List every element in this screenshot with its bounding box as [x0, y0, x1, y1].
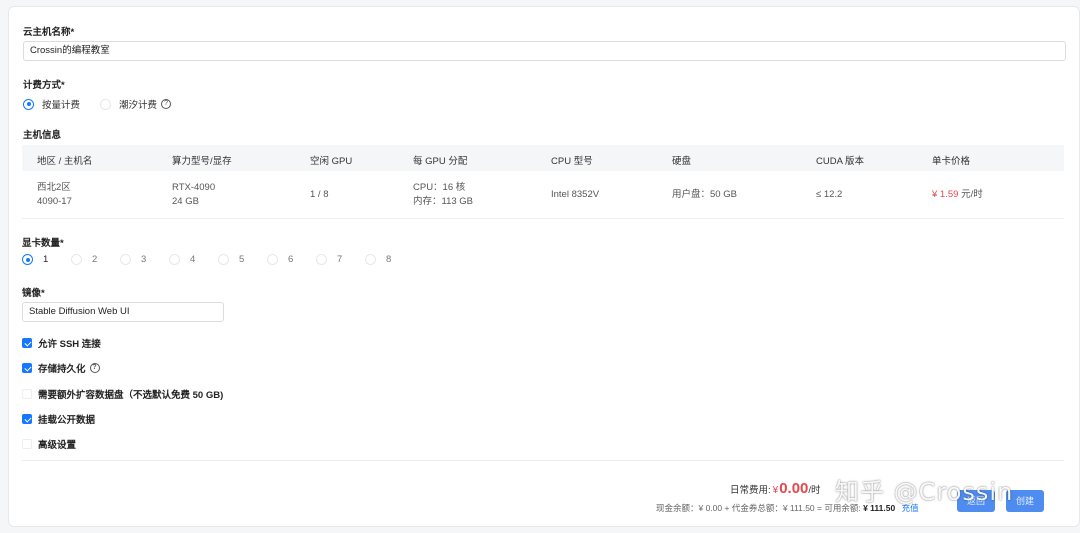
- ssh-checkbox[interactable]: 允许 SSH 连接: [22, 336, 101, 350]
- gpu-count-option-label: 4: [190, 254, 196, 265]
- gpu-count-option-4[interactable]: 4: [169, 254, 218, 265]
- radio-unchecked-icon: [267, 254, 278, 265]
- footer-divider: [22, 460, 1064, 461]
- mount-public-data-checkbox[interactable]: 挂载公开数据: [22, 412, 95, 426]
- gpu-count-option-3[interactable]: 3: [120, 254, 169, 265]
- gpu-count-option-label: 3: [141, 254, 147, 265]
- table-header-cell: 地区 / 主机名: [37, 156, 93, 167]
- model-cell: RTX-4090 24 GB: [172, 181, 215, 209]
- radio-checked-icon: [22, 254, 33, 265]
- price-value: ¥ 1.59: [932, 189, 959, 200]
- image-select[interactable]: Stable Diffusion Web UI: [22, 302, 224, 322]
- radio-unchecked-icon: [120, 254, 131, 265]
- gpu-count-option-label: 2: [92, 254, 98, 265]
- table-header-cell: 算力型号/显存: [172, 156, 232, 167]
- radio-unchecked-icon: [71, 254, 82, 265]
- gpu-count-option-2[interactable]: 2: [71, 254, 120, 265]
- radio-unchecked-icon: [365, 254, 376, 265]
- table-header-cell: 硬盘: [672, 156, 692, 167]
- checkbox-label: 需要额外扩容数据盘（不选默认免费 50 GB): [38, 390, 224, 401]
- create-instance-card: 云主机名称* Crossin的编程教室 计费方式* 按量计费 潮汐计费 ? 主机…: [8, 6, 1080, 527]
- billing-option-pay-as-you-go[interactable]: 按量计费: [23, 97, 80, 111]
- fee-label: 日常费用:: [730, 485, 771, 496]
- gpu-count-option-label: 1: [43, 254, 49, 265]
- gpu-count-selector: 1 2 3 4 5 6 7 8: [22, 254, 414, 265]
- gpu-count-option-7[interactable]: 7: [316, 254, 365, 265]
- billing-option-label: 潮汐计费: [119, 100, 158, 111]
- radio-unchecked-icon: [316, 254, 327, 265]
- price-unit: 元/时: [961, 189, 983, 200]
- gpu-count-option-1[interactable]: 1: [22, 254, 71, 265]
- checkbox-checked-icon: [22, 363, 32, 373]
- table-header-cell: 单卡价格: [932, 156, 971, 167]
- gpu-count-option-label: 6: [288, 254, 294, 265]
- allocation-cell: CPU：16 核 内存：113 GB: [413, 181, 473, 209]
- gpu-count-option-8[interactable]: 8: [365, 254, 414, 265]
- disk-cell: 用户盘：50 GB: [672, 189, 737, 200]
- gpu-count-option-label: 5: [239, 254, 245, 265]
- question-circle-icon[interactable]: ?: [161, 99, 172, 109]
- checkbox-label: 允许 SSH 连接: [38, 339, 101, 350]
- checkbox-label: 高级设置: [38, 440, 77, 451]
- region-text: 西北2区: [37, 182, 71, 193]
- free-gpu-cell: 1 / 8: [310, 189, 329, 200]
- model-text: RTX-4090: [172, 182, 216, 193]
- gpu-count-option-6[interactable]: 6: [267, 254, 316, 265]
- question-circle-icon[interactable]: ?: [89, 363, 100, 373]
- fee-unit: /时: [808, 485, 821, 496]
- billing-label: 计费方式*: [23, 80, 65, 91]
- mem-alloc-text: 内存：113 GB: [413, 196, 474, 207]
- host-text: 4090-17: [37, 196, 72, 207]
- billing-option-tidal[interactable]: 潮汐计费 ?: [100, 97, 172, 111]
- table-header-cell: CPU 型号: [551, 156, 593, 167]
- checkbox-checked-icon: [22, 414, 32, 424]
- host-info-label: 主机信息: [23, 130, 62, 141]
- billing-option-label: 按量计费: [42, 100, 81, 111]
- checkbox-unchecked-icon: [22, 389, 32, 399]
- gpu-count-option-label: 8: [386, 254, 392, 265]
- gpu-count-option-label: 7: [337, 254, 343, 265]
- radio-unchecked-icon: [169, 254, 180, 265]
- watermark: 知乎 @Crossin: [835, 478, 1014, 506]
- vram-text: 24 GB: [172, 196, 199, 207]
- instance-name-label: 云主机名称*: [23, 27, 75, 38]
- region-cell: 西北2区 4090-17: [37, 181, 72, 209]
- table-header-cell: CUDA 版本: [816, 156, 865, 167]
- balance-text: 现金余额：¥ 0.00 + 代金券总额：¥ 111.50 = 可用余额:: [656, 503, 861, 513]
- gpu-count-label: 显卡数量*: [22, 238, 64, 249]
- table-header: 地区 / 主机名 算力型号/显存 空闲 GPU 每 GPU 分配 CPU 型号 …: [22, 145, 1064, 171]
- fee-value: 0.00: [779, 480, 809, 497]
- price-cell: ¥ 1.59 元/时: [932, 188, 983, 202]
- radio-unchecked-icon: [218, 254, 229, 265]
- radio-checked-icon: [23, 98, 34, 110]
- checkbox-unchecked-icon: [22, 439, 32, 449]
- host-info-table: 地区 / 主机名 算力型号/显存 空闲 GPU 每 GPU 分配 CPU 型号 …: [22, 145, 1064, 219]
- checkbox-checked-icon: [22, 338, 32, 348]
- advanced-settings-checkbox[interactable]: 高级设置: [22, 437, 76, 451]
- extra-disk-checkbox[interactable]: 需要额外扩容数据盘（不选默认免费 50 GB): [22, 387, 223, 401]
- table-header-cell: 每 GPU 分配: [413, 156, 468, 167]
- checkbox-label: 挂载公开数据: [38, 415, 96, 426]
- checkbox-label: 存储持久化: [38, 364, 86, 375]
- daily-fee: 日常费用: ¥ 0.00 /时: [730, 480, 821, 497]
- fee-currency: ¥: [772, 485, 779, 496]
- gpu-count-option-5[interactable]: 5: [218, 254, 267, 265]
- cuda-cell: ≤ 12.2: [816, 189, 843, 200]
- image-label: 镜像*: [22, 288, 45, 299]
- cpu-alloc-text: CPU：16 核: [413, 182, 466, 193]
- radio-unchecked-icon: [100, 98, 111, 110]
- cpu-model-cell: Intel 8352V: [551, 189, 600, 200]
- table-header-cell: 空闲 GPU: [310, 156, 353, 167]
- instance-name-input[interactable]: Crossin的编程教室: [23, 41, 1066, 61]
- table-row[interactable]: 西北2区 4090-17 RTX-4090 24 GB 1 / 8 CPU：16…: [22, 171, 1064, 219]
- persistent-storage-checkbox[interactable]: 存储持久化 ?: [22, 361, 100, 375]
